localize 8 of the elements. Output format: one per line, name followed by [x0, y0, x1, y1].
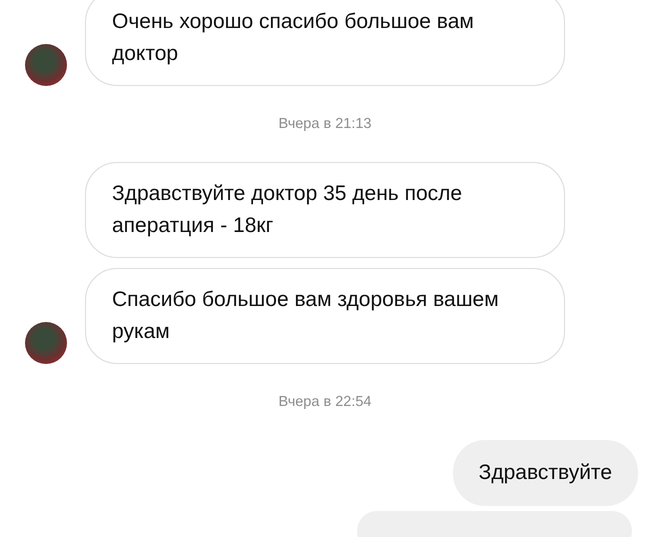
- message-bubble: Спасибо большое вам здоровья вашем рукам: [85, 268, 565, 364]
- timestamp: Вчера в 21:13: [278, 116, 372, 132]
- message-bubble: Здравствуйте: [452, 440, 638, 506]
- avatar-photo-placeholder: [25, 44, 67, 86]
- avatar-photo-placeholder: [25, 322, 67, 364]
- message-bubble: Очень хорошо спасибо большое вам доктор: [85, 0, 565, 86]
- message-bubble: Здравствуйте доктор 35 день после аператция - 18кг: [85, 162, 565, 258]
- timestamp: Вчера в 22:54: [278, 394, 372, 410]
